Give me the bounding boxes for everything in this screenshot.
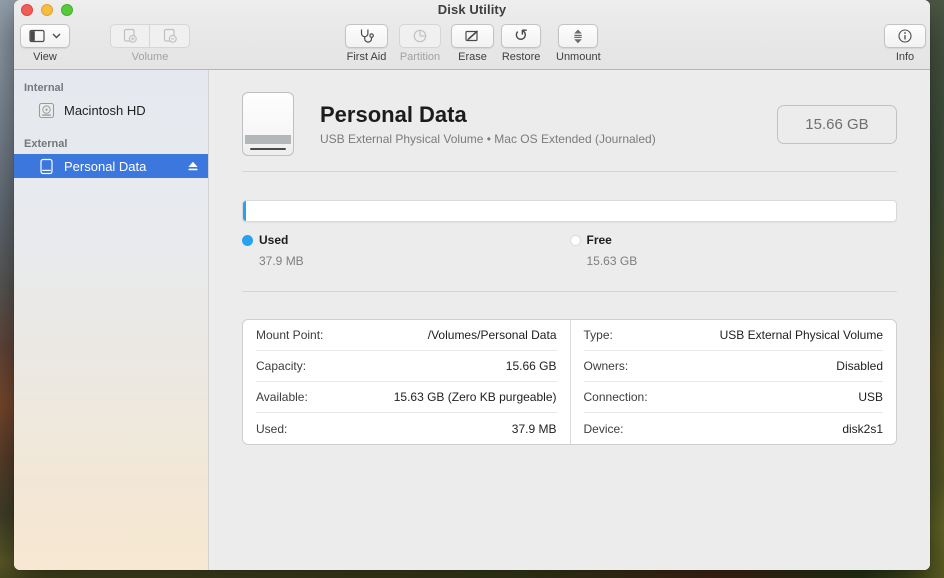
sidebar-item-personal-data[interactable]: Personal Data: [14, 154, 208, 178]
legend-free: Free 15.63 GB: [569, 233, 898, 268]
restore-button[interactable]: ↺: [501, 24, 542, 48]
row-value: 37.9 MB: [511, 421, 557, 436]
row-label: Type:: [583, 328, 613, 342]
table-row: Type: USB External Physical Volume: [583, 320, 883, 351]
partition-pie-icon: [413, 29, 427, 43]
erase-button[interactable]: [451, 24, 494, 48]
sidebar-section-external: External: [24, 138, 68, 150]
volume-header: Personal Data USB External Physical Volu…: [242, 92, 897, 156]
remove-volume-button[interactable]: [150, 24, 190, 48]
partition-group: Partition: [399, 24, 441, 63]
row-label: Owners:: [583, 359, 629, 373]
header-separator: [242, 171, 897, 172]
row-label: Available:: [256, 390, 308, 404]
volume-label: Volume: [131, 51, 169, 63]
restore-arrow-icon: ↺: [514, 25, 529, 46]
info-icon: [898, 29, 912, 43]
row-label: Mount Point:: [256, 328, 324, 342]
details-right-column: Type: USB External Physical Volume Owner…: [569, 320, 897, 444]
usage-bar-used: [243, 201, 246, 221]
restore-group: ↺ Restore: [501, 24, 542, 63]
table-row: Mount Point: /Volumes/Personal Data: [256, 320, 557, 351]
free-value: 15.63 GB: [586, 254, 638, 268]
erase-group: Erase: [451, 24, 494, 63]
main-content: Personal Data USB External Physical Volu…: [209, 70, 930, 570]
add-volume-button[interactable]: [110, 24, 150, 48]
row-value: 15.66 GB: [505, 359, 557, 373]
erase-label: Erase: [458, 51, 487, 63]
add-volume-icon: [123, 28, 137, 43]
row-label: Connection:: [583, 390, 648, 404]
sidebar-item-label: Personal Data: [64, 158, 147, 174]
volume-group: Volume: [110, 24, 190, 63]
used-dot-icon: [242, 234, 253, 246]
info-label: Info: [895, 51, 915, 63]
row-value: /Volumes/Personal Data: [427, 328, 557, 342]
volume-subtitle: USB External Physical Volume • Mac OS Ex…: [320, 132, 656, 146]
external-drive-icon: [40, 158, 53, 174]
toolbar: View Volume First Aid Partition Erase ↺ …: [14, 20, 930, 70]
row-value: USB External Physical Volume: [719, 328, 883, 342]
usage-bar: [242, 200, 897, 222]
chevron-down-icon: [52, 33, 61, 39]
sidebar-layout-icon: [29, 29, 45, 43]
row-label: Device:: [583, 421, 624, 436]
unmount-icon: [574, 29, 583, 44]
first-aid-group: First Aid: [345, 24, 388, 63]
details-left-column: Mount Point: /Volumes/Personal Data Capa…: [243, 320, 570, 444]
table-row: Owners: Disabled: [583, 351, 883, 382]
unmount-label: Unmount: [556, 51, 601, 63]
first-aid-label: First Aid: [346, 51, 387, 63]
eject-icon: [188, 161, 198, 171]
info-group: Info: [884, 24, 926, 63]
disk-utility-window: Disk Utility View Volume First Aid Parti…: [14, 0, 930, 570]
legend-used: Used 37.9 MB: [242, 233, 570, 268]
external-drive-large-icon: [242, 92, 294, 156]
first-aid-button[interactable]: [345, 24, 388, 48]
desktop-wallpaper: Disk Utility View Volume First Aid Parti…: [0, 0, 944, 578]
view-button[interactable]: [20, 24, 70, 48]
free-label: Free: [586, 233, 612, 247]
sidebar-item-label: Macintosh HD: [64, 102, 146, 118]
row-value: USB: [858, 390, 883, 404]
stethoscope-icon: [360, 29, 374, 43]
row-value: Disabled: [836, 359, 883, 373]
erase-icon: [465, 30, 479, 42]
remove-volume-icon: [163, 28, 177, 43]
table-row: Used: 37.9 MB: [256, 413, 557, 444]
free-dot-icon: [569, 234, 581, 246]
volume-title: Personal Data: [320, 102, 467, 127]
capacity-badge: 15.66 GB: [777, 104, 897, 144]
row-value: disk2s1: [842, 421, 883, 436]
row-label: Capacity:: [256, 359, 307, 373]
eject-button[interactable]: [186, 159, 200, 173]
info-button[interactable]: [884, 24, 926, 48]
table-row: Connection: USB: [583, 382, 883, 413]
partition-button[interactable]: [399, 24, 441, 48]
table-row: Capacity: 15.66 GB: [256, 351, 557, 382]
table-row: Device: disk2s1: [584, 413, 884, 444]
legend-separator: [242, 291, 897, 292]
unmount-button[interactable]: [558, 24, 599, 48]
row-value: 15.63 GB (Zero KB purgeable): [393, 390, 557, 404]
internal-drive-icon: [38, 102, 55, 118]
row-label: Used:: [256, 421, 288, 436]
usage-legend: Used 37.9 MB Free 15.63 GB: [242, 233, 897, 268]
used-value: 37.9 MB: [259, 254, 304, 268]
sidebar-section-internal: Internal: [24, 82, 64, 94]
window-title: Disk Utility: [437, 2, 507, 17]
unmount-group: Unmount: [556, 24, 601, 63]
details-table: Mount Point: /Volumes/Personal Data Capa…: [242, 319, 897, 445]
table-row: Available: 15.63 GB (Zero KB purgeable): [256, 382, 557, 413]
sidebar-item-macintosh-hd[interactable]: Macintosh HD: [14, 98, 208, 122]
view-group: View: [20, 24, 70, 63]
view-label: View: [33, 51, 57, 63]
titlebar: Disk Utility: [14, 0, 930, 20]
used-label: Used: [259, 233, 289, 247]
partition-label: Partition: [399, 51, 441, 63]
restore-label: Restore: [501, 51, 541, 63]
sidebar: Internal Macintosh HD External Personal …: [14, 70, 209, 570]
